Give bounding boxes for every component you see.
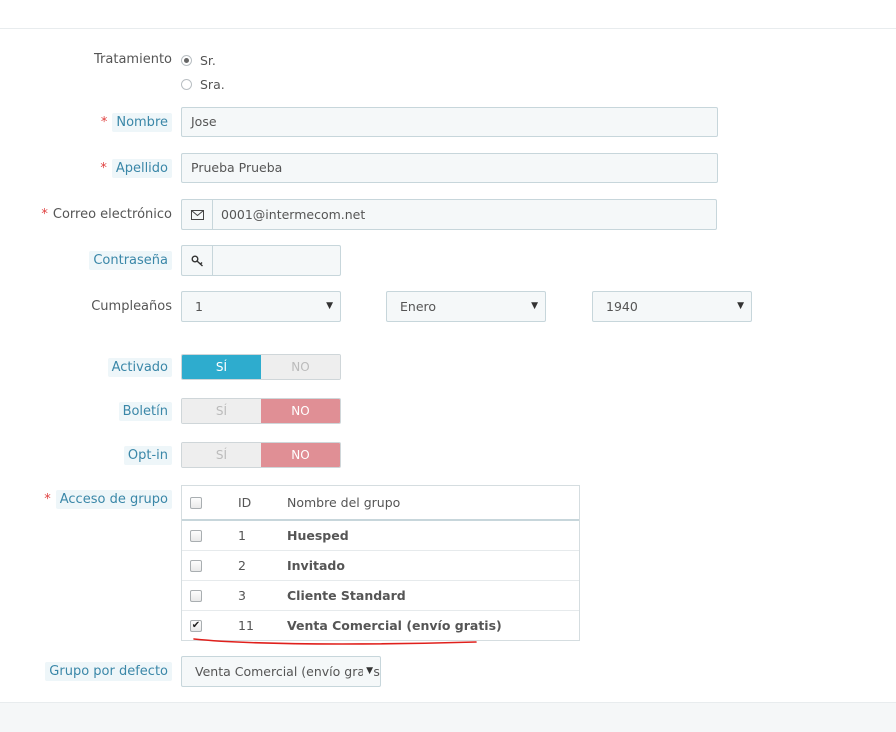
header-id: ID xyxy=(238,495,252,510)
default-group-value: Venta Comercial (envío gratis xyxy=(195,664,380,679)
chevron-down-icon: ▼ xyxy=(326,301,333,311)
group-name: Venta Comercial (envío gratis) xyxy=(287,618,502,633)
email-input[interactable]: 0001@intermecom.net xyxy=(212,199,717,230)
group-id: 1 xyxy=(238,528,246,543)
radio-sra[interactable]: Sra. xyxy=(181,77,225,92)
radio-sra-label: Sra. xyxy=(200,77,225,92)
key-icon xyxy=(181,245,212,276)
password-label: Contraseña xyxy=(89,251,172,270)
group-checkbox-checked[interactable]: ✔ xyxy=(190,619,202,632)
radio-sr-label: Sr. xyxy=(200,53,216,68)
birthday-month-select[interactable]: Enero ▼ xyxy=(386,291,546,322)
default-group-select[interactable]: Venta Comercial (envío gratis ▼ xyxy=(181,656,381,687)
required-mark: * xyxy=(100,161,107,176)
table-header: ID Nombre del grupo xyxy=(182,486,579,521)
active-no-option[interactable]: NO xyxy=(261,355,340,379)
checkmark-icon: ✔ xyxy=(191,619,201,631)
chevron-down-icon: ▼ xyxy=(363,657,373,686)
password-input[interactable] xyxy=(212,245,341,276)
firstname-label: * Nombre xyxy=(100,113,172,132)
password-field-group xyxy=(181,245,341,276)
radio-sr[interactable]: Sr. xyxy=(181,53,216,68)
firstname-input[interactable]: Jose xyxy=(181,107,718,137)
group-name: Huesped xyxy=(287,528,349,543)
group-name: Invitado xyxy=(287,558,345,573)
radio-sr-button[interactable] xyxy=(181,55,192,66)
birthday-year-value: 1940 xyxy=(606,299,638,314)
select-all-checkbox[interactable] xyxy=(190,496,202,509)
envelope-icon xyxy=(181,199,212,230)
header-group-name: Nombre del grupo xyxy=(287,495,401,510)
required-mark: * xyxy=(44,492,51,507)
group-checkbox[interactable] xyxy=(190,529,202,542)
group-table: ID Nombre del grupo 1 Huesped 2 Invitado… xyxy=(181,485,580,641)
bottom-panel-edge xyxy=(0,702,896,732)
newsletter-yes-option[interactable]: SÍ xyxy=(182,399,261,423)
table-row: 3 Cliente Standard xyxy=(182,581,579,611)
chevron-down-icon: ▼ xyxy=(531,301,538,311)
newsletter-switch[interactable]: SÍ NO xyxy=(181,398,341,424)
newsletter-label: Boletín xyxy=(118,402,172,421)
birthday-day-value: 1 xyxy=(195,299,203,314)
birthday-label: Cumpleaños xyxy=(91,299,172,314)
birthday-year-select[interactable]: 1940 ▼ xyxy=(592,291,752,322)
group-access-label: * Acceso de grupo xyxy=(44,490,172,509)
group-id: 11 xyxy=(238,618,254,633)
required-mark: * xyxy=(41,207,48,222)
group-checkbox[interactable] xyxy=(190,589,202,602)
lastname-input[interactable]: Prueba Prueba xyxy=(181,153,718,183)
chevron-down-icon: ▼ xyxy=(737,301,744,311)
table-row: 2 Invitado xyxy=(182,551,579,581)
email-label: * Correo electrónico xyxy=(41,207,172,222)
email-field-group: 0001@intermecom.net xyxy=(181,199,717,230)
group-id: 2 xyxy=(238,558,246,573)
lastname-label: * Apellido xyxy=(100,159,172,178)
optin-no-option[interactable]: NO xyxy=(261,443,340,467)
optin-label: Opt-in xyxy=(123,446,172,465)
default-group-label: Grupo por defecto xyxy=(45,662,172,681)
group-name: Cliente Standard xyxy=(287,588,406,603)
red-underline-annotation xyxy=(193,638,477,645)
optin-switch[interactable]: SÍ NO xyxy=(181,442,341,468)
birthday-month-value: Enero xyxy=(400,299,437,314)
active-yes-option[interactable]: SÍ xyxy=(182,355,261,379)
required-mark: * xyxy=(100,115,108,130)
group-checkbox[interactable] xyxy=(190,559,202,572)
active-label: Activado xyxy=(107,358,172,377)
active-switch[interactable]: SÍ NO xyxy=(181,354,341,380)
top-panel-edge xyxy=(0,0,896,29)
table-row: 1 Huesped xyxy=(182,521,579,551)
gender-label: Tratamiento xyxy=(94,52,172,67)
newsletter-no-option[interactable]: NO xyxy=(261,399,340,423)
group-id: 3 xyxy=(238,588,246,603)
birthday-day-select[interactable]: 1 ▼ xyxy=(181,291,341,322)
radio-sra-button[interactable] xyxy=(181,79,192,90)
optin-yes-option[interactable]: SÍ xyxy=(182,443,261,467)
